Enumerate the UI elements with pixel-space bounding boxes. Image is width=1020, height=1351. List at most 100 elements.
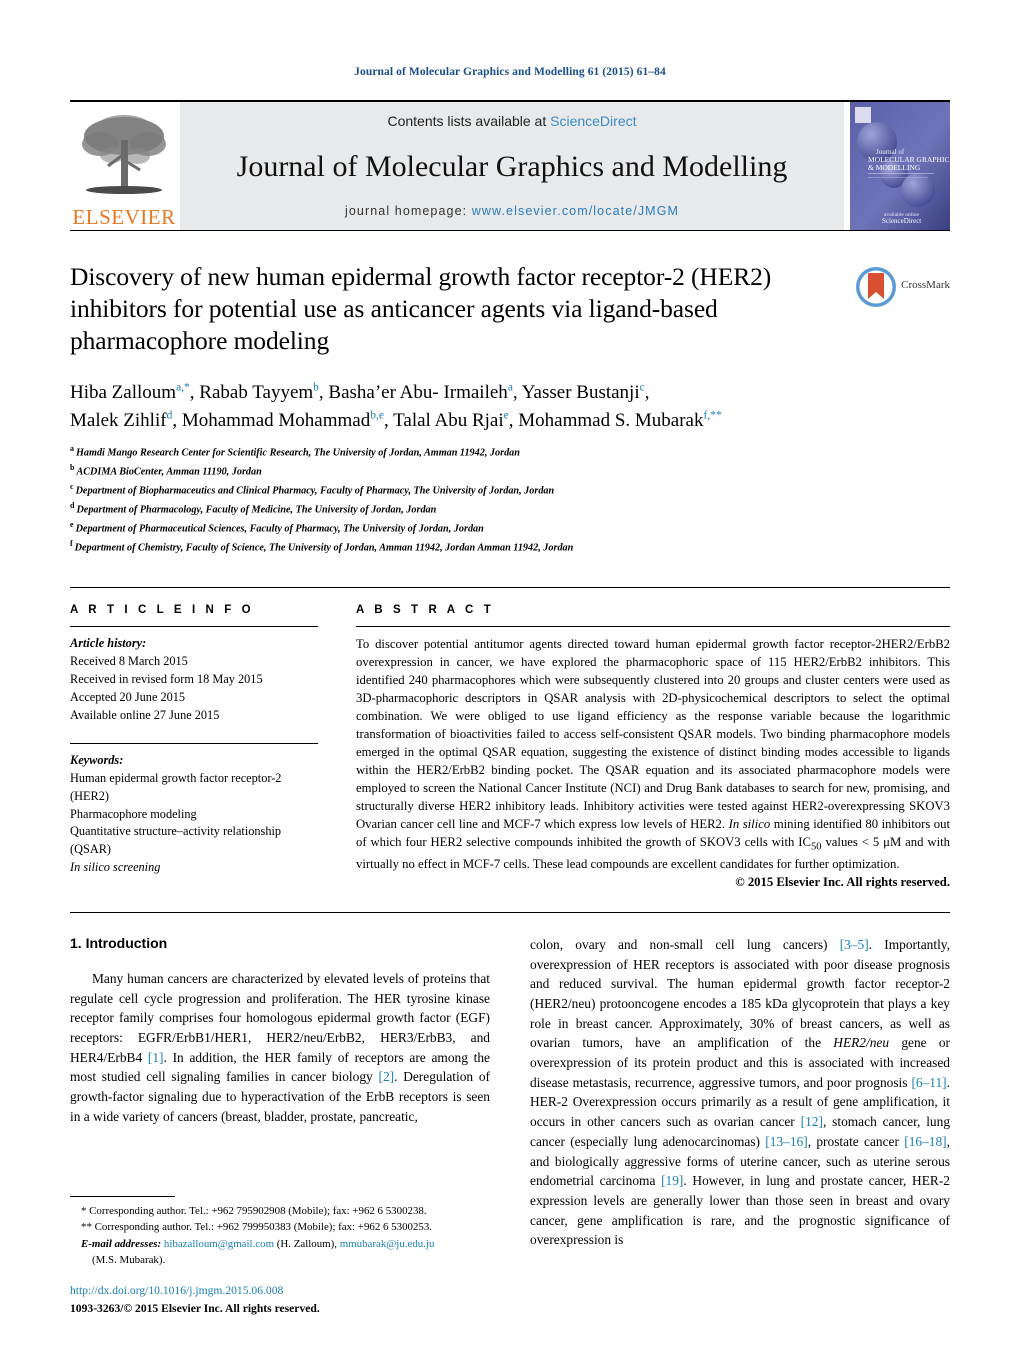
- article-history-label: Article history:: [70, 635, 147, 650]
- keyword-2: Pharmacophore modeling: [70, 806, 197, 821]
- running-head: Journal of Molecular Graphics and Modell…: [354, 66, 666, 78]
- author-6-sup: b,e: [370, 409, 384, 422]
- page-title: Discovery of new human epidermal growth …: [70, 262, 772, 356]
- keywords-group: Keywords: Human epidermal growth factor …: [70, 752, 318, 878]
- author-2-sup: b: [313, 382, 319, 395]
- journal-cover-thumbnail: Journal of MOLECULAR GRAPHICS & MODELLIN…: [850, 102, 954, 230]
- intro-paragraph-right: colon, ovary and non-small cell lung can…: [530, 935, 950, 1250]
- citation-ref-2[interactable]: [2]: [378, 1069, 394, 1084]
- sciencedirect-link[interactable]: ScienceDirect: [550, 113, 636, 129]
- elsevier-wordmark: ELSEVIER: [72, 205, 176, 229]
- email-link-2[interactable]: mmubarak@ju.edu.ju: [340, 1238, 435, 1250]
- footnote-corresponding-2: ** Corresponding author. Tel.: +962 7999…: [81, 1221, 433, 1234]
- affiliation-f-mark: f: [70, 539, 73, 548]
- affiliation-f: f Department of Chemistry, Faculty of Sci…: [70, 539, 574, 554]
- affiliation-a-mark: a: [70, 444, 74, 454]
- affiliation-e-mark: e: [70, 520, 74, 530]
- abstract-column: A B S T R A C T To discover potential an…: [356, 604, 950, 890]
- doi-link[interactable]: http://dx.doi.org/10.1016/j.jmgm.2015.06…: [70, 1282, 510, 1299]
- homepage-prefix: journal homepage:: [344, 204, 468, 218]
- article-history-group: Article history: Received 8 March 2015 R…: [70, 635, 318, 725]
- masthead-center: Contents lists available at ScienceDirec…: [180, 102, 844, 230]
- affiliation-d-mark: d: [70, 501, 75, 511]
- keyword-4: In silico screening: [70, 860, 161, 875]
- journal-title: Journal of Molecular Graphics and Modell…: [236, 149, 788, 183]
- author-1-sup: a,*: [176, 382, 190, 395]
- affiliation-b-mark: b: [70, 463, 75, 473]
- citation-ref-4[interactable]: [6–11]: [911, 1075, 946, 1090]
- elsevier-logo: ELSEVIER: [70, 102, 178, 230]
- journal-homepage-line: journal homepage: www.elsevier.com/locat…: [345, 204, 679, 218]
- body-top-rule: [70, 911, 950, 913]
- contents-available-line: Contents lists available at ScienceDirec…: [387, 113, 636, 129]
- contents-prefix: Contents lists available at: [387, 113, 551, 129]
- abstract-heading: A B S T R A C T: [356, 603, 495, 616]
- abstract-italic-in-silico: In silico: [728, 817, 771, 832]
- keyword-3: Quantitative structure–activity relation…: [70, 824, 282, 857]
- affiliation-c: c Department of Biopharmaceutics and Clin…: [70, 482, 555, 497]
- footnotes-block: * Corresponding author. Tel.: +962 79590…: [70, 1195, 505, 1269]
- history-revised: Received in revised form 18 May 2015: [70, 671, 263, 686]
- affiliation-c-mark: c: [70, 482, 74, 492]
- article-info-rule: [70, 625, 318, 627]
- abstract-rule: [356, 625, 950, 627]
- journal-masthead: ELSEVIER Contents lists available at Sci…: [70, 100, 954, 230]
- abstract-copyright: © 2015 Elsevier Inc. All rights reserved…: [735, 874, 950, 889]
- abstract-ic50-subscript: 50: [810, 841, 822, 853]
- issn-copyright-line: 1093-3263/© 2015 Elsevier Inc. All right…: [70, 1301, 320, 1315]
- citation-ref-8[interactable]: [19]: [661, 1173, 683, 1188]
- title-block: Discovery of new human epidermal growth …: [70, 261, 950, 357]
- abstract-text: To discover potential antitumor agents d…: [356, 635, 950, 873]
- email-link-1[interactable]: hibazalloum@gmail.com: [164, 1238, 274, 1250]
- svg-text:ScienceDirect: ScienceDirect: [882, 217, 921, 225]
- crossmark-label: CrossMark: [901, 279, 950, 291]
- author-8: Mohammad S. Mubarakf,**: [518, 409, 722, 431]
- author-3: Basha’er Abu- Irmaileha: [328, 382, 513, 404]
- keywords-rule: [70, 742, 318, 744]
- crossmark-badge[interactable]: CrossMark: [840, 261, 950, 357]
- authors-line-2: Malek Zihlifd, Mohammad Mohammadb,e, Tal…: [70, 409, 722, 431]
- doi-block: http://dx.doi.org/10.1016/j.jmgm.2015.06…: [70, 1282, 510, 1317]
- intro-right-b: . Importantly, overexpression of HER rec…: [530, 936, 950, 1051]
- crossmark-icon: [856, 267, 897, 307]
- affiliation-d: d Department of Pharmacology, Faculty of …: [70, 501, 437, 516]
- masthead-bottom-rule: [70, 230, 950, 231]
- author-7: Talal Abu Rjaie: [393, 409, 509, 431]
- article-info-heading: A R T I C L E I N F O: [70, 603, 255, 616]
- author-8-sup: f,**: [703, 409, 722, 422]
- history-received: Received 8 March 2015: [70, 653, 188, 668]
- intro-right-f: , prostate cancer: [807, 1133, 905, 1149]
- homepage-url-link[interactable]: www.elsevier.com/locate/JMGM: [472, 204, 679, 218]
- author-7-sup: e: [503, 409, 509, 422]
- history-online: Available online 27 June 2015: [70, 707, 220, 722]
- citation-ref-7[interactable]: [16–18]: [904, 1134, 946, 1149]
- citation-ref-5[interactable]: [12]: [801, 1114, 823, 1129]
- author-5: Malek Zihlifd: [70, 409, 173, 431]
- footnote-corresponding-1: * Corresponding author. Tel.: +962 79590…: [81, 1204, 427, 1217]
- email-addresses-label: E-mail addresses:: [81, 1237, 162, 1250]
- authors-block: Hiba Zallouma,*, Rabab Tayyemb, Basha’er…: [70, 379, 950, 434]
- email-owner-1: (H. Zalloum),: [274, 1237, 340, 1250]
- history-accepted: Accepted 20 June 2015: [70, 689, 186, 704]
- abstract-part-1: To discover potential antitumor agents d…: [356, 636, 950, 832]
- footnote-rule: [70, 1195, 175, 1197]
- author-1: Hiba Zallouma,*: [70, 382, 190, 404]
- introduction-heading: 1. Introduction: [70, 934, 168, 951]
- citation-ref-6[interactable]: [13–16]: [765, 1134, 807, 1149]
- affiliation-a: a Hamdi Mango Research Center for Scienti…: [70, 444, 520, 459]
- citation-ref-1[interactable]: [1]: [148, 1050, 164, 1065]
- gene-name-her2neu: HER2/neu: [833, 1035, 890, 1051]
- authors-line-1: Hiba Zallouma,*, Rabab Tayyemb, Basha’er…: [70, 382, 650, 404]
- svg-text:& MODELLING: & MODELLING: [868, 163, 921, 172]
- intro-paragraph-left: Many human cancers are characterized by …: [70, 969, 490, 1127]
- author-4-sup: c: [639, 382, 645, 395]
- author-3-sup: a: [507, 382, 513, 395]
- affiliation-e: e Department of Pharmaceutical Sciences, …: [70, 520, 484, 535]
- author-4: Yasser Bustanjic: [521, 382, 645, 404]
- elsevier-tree-icon: [82, 115, 166, 194]
- body-column-right: colon, ovary and non-small cell lung can…: [530, 935, 950, 1250]
- title-main: Discovery of new human epidermal growth …: [70, 261, 840, 357]
- citation-ref-3[interactable]: [3–5]: [840, 937, 869, 952]
- journal-cover-image: Journal of MOLECULAR GRAPHICS & MODELLIN…: [850, 102, 954, 230]
- intro-right-a: colon, ovary and non-small cell lung can…: [530, 936, 840, 952]
